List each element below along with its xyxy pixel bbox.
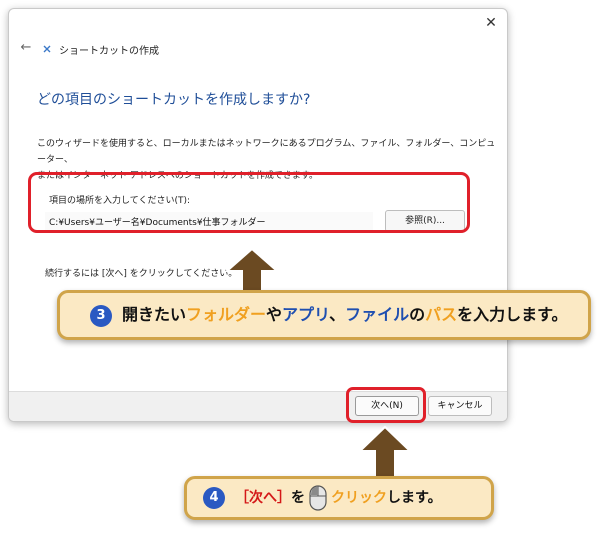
- instruction-callout-step3: 3 開きたいフォルダーやアプリ、ファイルのパスを入力します。: [57, 290, 591, 340]
- callout2-text-3: クリック: [331, 490, 387, 506]
- wizard-description: このウィザードを使用すると、ローカルまたはネットワークにあるプログラム、ファイル…: [37, 136, 497, 184]
- description-line-1: このウィザードを使用すると、ローカルまたはネットワークにあるプログラム、ファイル…: [37, 139, 496, 165]
- continue-instruction: 続行するには [次へ] をクリックしてください。: [45, 269, 238, 279]
- callout1-text-8: パス: [425, 305, 458, 324]
- description-line-2: またはインターネット アドレスへのショートカットを作成できます。: [37, 171, 318, 181]
- instruction-callout-step4: 4 ［次へ］を クリックします。: [184, 476, 494, 520]
- page-heading: どの項目のショートカットを作成しますか?: [37, 92, 311, 108]
- browse-button[interactable]: 参照(R)...: [385, 210, 465, 232]
- callout1-text-3: や: [266, 305, 283, 324]
- callout2-text-2: を: [291, 490, 305, 506]
- callout1-text-7: の: [409, 305, 426, 324]
- callout1-text-5: 、: [329, 305, 346, 324]
- close-icon[interactable]: ✕: [481, 13, 501, 33]
- up-arrow-icon: [225, 247, 279, 293]
- back-arrow-icon[interactable]: ←: [17, 39, 35, 57]
- callout1-text-9: を入力します。: [457, 305, 568, 324]
- mouse-icon: [309, 485, 327, 511]
- shortcut-icon: [43, 45, 51, 53]
- location-input[interactable]: [45, 212, 373, 232]
- callout2-text-1: ［次へ］: [235, 490, 291, 506]
- up-arrow-icon-2: [358, 425, 412, 479]
- location-label: 項目の場所を入力してください(T):: [49, 196, 191, 206]
- step-number-badge-2: 4: [203, 487, 225, 509]
- create-shortcut-dialog: ✕ ← ショートカットの作成 どの項目のショートカットを作成しますか? このウィ…: [8, 8, 508, 422]
- cancel-button[interactable]: キャンセル: [428, 396, 492, 416]
- callout1-text-4: アプリ: [282, 305, 330, 324]
- next-button[interactable]: 次へ(N): [355, 396, 419, 416]
- callout2-text-4: します。: [387, 490, 442, 506]
- callout1-text-6: ファイル: [345, 305, 410, 324]
- callout1-text-2: フォルダー: [186, 305, 267, 324]
- step-number-badge: 3: [90, 304, 112, 327]
- callout1-text-1: 開きたい: [122, 305, 187, 324]
- window-title: ショートカットの作成: [59, 46, 159, 57]
